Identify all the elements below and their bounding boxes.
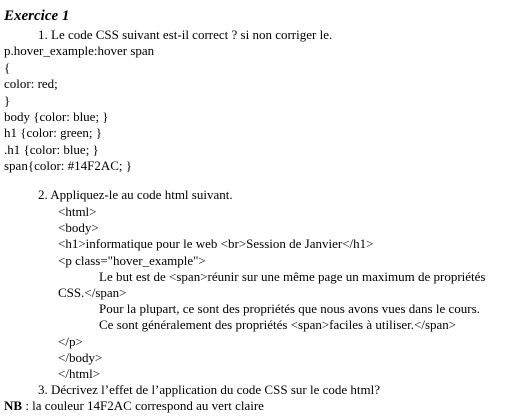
css-line-span: span{color: #14F2AC; } [4, 158, 133, 173]
document-page: Exercice 1 1. Le code CSS suivant est-il… [0, 0, 517, 420]
css-line-class-h1: .h1 {color: blue; } [4, 142, 99, 157]
html-line-p-open: <p class="hover_example"> [58, 253, 206, 268]
question-1: 1. Le code CSS suivant est-il correct ? … [38, 27, 333, 42]
html-line-body-open: <body> [58, 220, 99, 235]
css-line-close-brace: } [4, 93, 11, 108]
css-line-selector: p.hover_example:hover span [4, 43, 155, 58]
nb-text: : la couleur 14F2AC correspond au vert c… [22, 398, 264, 413]
html-line-text1-a: Le but est de <span>réunir sur une même … [99, 269, 486, 284]
css-line-h1: h1 {color: green; } [4, 125, 103, 140]
css-line-color-red: color: red; [4, 76, 58, 91]
html-line-html-close: </html> [58, 366, 101, 381]
html-line-text2-b: Ce sont généralement des propriétés <spa… [99, 317, 457, 332]
css-line-open-brace: { [4, 60, 11, 75]
html-line-body-close: </body> [58, 350, 103, 365]
nb-note: NB : la couleur 14F2AC correspond au ver… [4, 397, 264, 414]
html-line-text1-b: CSS.</span> [58, 285, 127, 300]
css-line-body: body {color: blue; } [4, 109, 109, 124]
question-3: 3. Décrivez l’effet de l’application du … [38, 382, 380, 397]
question-2: 2. Appliquez-le au code html suivant. [38, 187, 233, 202]
exercise-title: Exercice 1 [4, 8, 70, 24]
html-line-h1: <h1>informatique pour le web <br>Session… [58, 236, 374, 251]
html-line-p-close: </p> [58, 334, 83, 349]
html-line-html-open: <html> [58, 204, 97, 219]
nb-label: NB [4, 398, 23, 413]
html-line-text2-a: Pour la plupart, ce sont des propriétés … [99, 301, 480, 316]
